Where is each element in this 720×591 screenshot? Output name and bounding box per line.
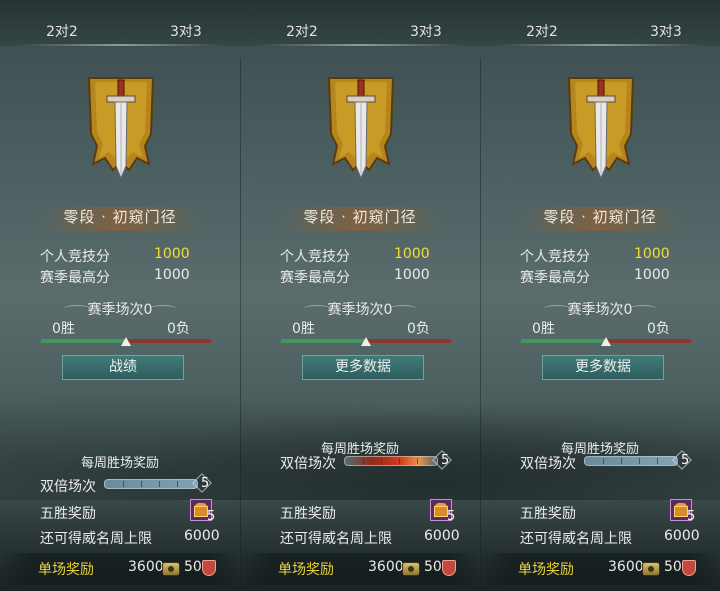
win-loss-marker [361, 337, 371, 346]
season-best-label: 赛季最高分 [280, 270, 350, 286]
fame-limit-label: 还可得威名周上限 [40, 531, 152, 547]
tab-3v3[interactable]: 3对3 [170, 21, 202, 41]
win-loss-marker [601, 337, 611, 346]
fame-limit-label: 还可得威名周上限 [280, 531, 392, 547]
arena-panel-2: 2对2 3对3 零段 · 初窥门径 个人竞技分 1000 赛季最高分 1000 … [240, 0, 480, 591]
tab-3v3[interactable]: 3对3 [650, 21, 682, 41]
panel-divider [240, 58, 241, 591]
loss-segment [607, 339, 691, 343]
personal-score-value: 1000 [154, 246, 190, 262]
panel-divider [480, 58, 481, 591]
double-matches-bar [344, 456, 438, 466]
double-matches-label: 双倍场次 [520, 456, 576, 472]
tab-2v2[interactable]: 2对2 [46, 21, 78, 41]
tab-3v3[interactable]: 3对3 [410, 21, 442, 41]
coin-icon [402, 562, 420, 576]
rank-title: 零段 · 初窥门径 [303, 208, 417, 226]
win-loss-marker [121, 337, 131, 346]
win-segment [281, 339, 365, 343]
win-segment [521, 339, 605, 343]
win-segment [41, 339, 125, 343]
weekly-reward-title: 每周胜场奖励 [80, 456, 159, 471]
arena-panel-1: 2对2 3对3 零段 · 初窥门径 个人竞技分 1000 赛季最高分 1000 … [0, 0, 240, 591]
more-data-button[interactable]: 更多数据 [302, 355, 424, 380]
fame-limit-label: 还可得威名周上限 [520, 531, 632, 547]
mode-tabs: 2对2 3对3 [0, 0, 240, 46]
losses-count: 0负 [167, 321, 190, 337]
five-win-label: 五胜奖励 [280, 506, 336, 522]
five-win-label: 五胜奖励 [40, 506, 96, 522]
sword-banner-emblem [87, 77, 155, 180]
coin-value: 3600 [128, 559, 164, 575]
losses-count: 0负 [407, 321, 430, 337]
chest-count: 5 [207, 509, 216, 524]
season-best-value: 1000 [634, 267, 670, 283]
single-reward-label: 单场奖励 [38, 562, 94, 578]
win-loss-bar [41, 337, 211, 346]
tab-2v2[interactable]: 2对2 [526, 21, 558, 41]
coin-icon [162, 562, 180, 576]
coin-icon [642, 562, 660, 576]
season-matches: 赛季场次0 [567, 302, 633, 318]
shield-icon [682, 560, 696, 576]
tab-underline [494, 44, 706, 46]
arena-panel-3: 2对2 3对3 零段 · 初窥门径 个人竞技分 1000 赛季最高分 1000 … [480, 0, 720, 591]
rank-title: 零段 · 初窥门径 [543, 208, 657, 226]
more-data-button[interactable]: 更多数据 [542, 355, 664, 380]
shield-icon [442, 560, 456, 576]
mode-tabs: 2对2 3对3 [480, 0, 720, 46]
tab-underline [14, 44, 226, 46]
sword-banner-emblem [327, 77, 395, 180]
five-win-label: 五胜奖励 [520, 506, 576, 522]
personal-score-label: 个人竞技分 [280, 249, 350, 265]
chest-count: 5 [447, 509, 456, 524]
shield-icon [202, 560, 216, 576]
season-matches: 赛季场次0 [87, 302, 153, 318]
fame-limit-value: 6000 [184, 528, 220, 544]
loss-segment [367, 339, 451, 343]
double-matches-count: 5 [441, 453, 450, 468]
tab-underline [254, 44, 466, 46]
wins-count: 0胜 [532, 321, 555, 337]
fame-limit-value: 6000 [664, 528, 700, 544]
coin-value: 3600 [368, 559, 404, 575]
win-loss-bar [281, 337, 451, 346]
single-reward-label: 单场奖励 [278, 562, 334, 578]
fame-limit-value: 6000 [424, 528, 460, 544]
mode-tabs: 2对2 3对3 [240, 0, 480, 46]
season-matches: 赛季场次0 [327, 302, 393, 318]
season-best-label: 赛季最高分 [520, 270, 590, 286]
double-matches-bar [104, 479, 198, 489]
rank-title: 零段 · 初窥门径 [63, 208, 177, 226]
record-button[interactable]: 战绩 [62, 355, 184, 380]
single-reward-label: 单场奖励 [518, 562, 574, 578]
double-matches-label: 双倍场次 [40, 479, 96, 495]
personal-score-value: 1000 [634, 246, 670, 262]
win-loss-bar [521, 337, 691, 346]
shield-value: 50 [184, 559, 202, 575]
double-matches-bar [584, 456, 678, 466]
double-matches-label: 双倍场次 [280, 456, 336, 472]
wins-count: 0胜 [52, 321, 75, 337]
double-matches-count: 5 [681, 453, 690, 468]
tab-2v2[interactable]: 2对2 [286, 21, 318, 41]
personal-score-label: 个人竞技分 [40, 249, 110, 265]
shield-value: 50 [664, 559, 682, 575]
double-matches-count: 5 [201, 476, 210, 491]
chest-count: 5 [687, 509, 696, 524]
season-best-label: 赛季最高分 [40, 270, 110, 286]
personal-score-label: 个人竞技分 [520, 249, 590, 265]
sword-banner-emblem [567, 77, 635, 180]
shield-value: 50 [424, 559, 442, 575]
season-best-value: 1000 [394, 267, 430, 283]
losses-count: 0负 [647, 321, 670, 337]
loss-segment [127, 339, 211, 343]
personal-score-value: 1000 [394, 246, 430, 262]
season-best-value: 1000 [154, 267, 190, 283]
wins-count: 0胜 [292, 321, 315, 337]
coin-value: 3600 [608, 559, 644, 575]
